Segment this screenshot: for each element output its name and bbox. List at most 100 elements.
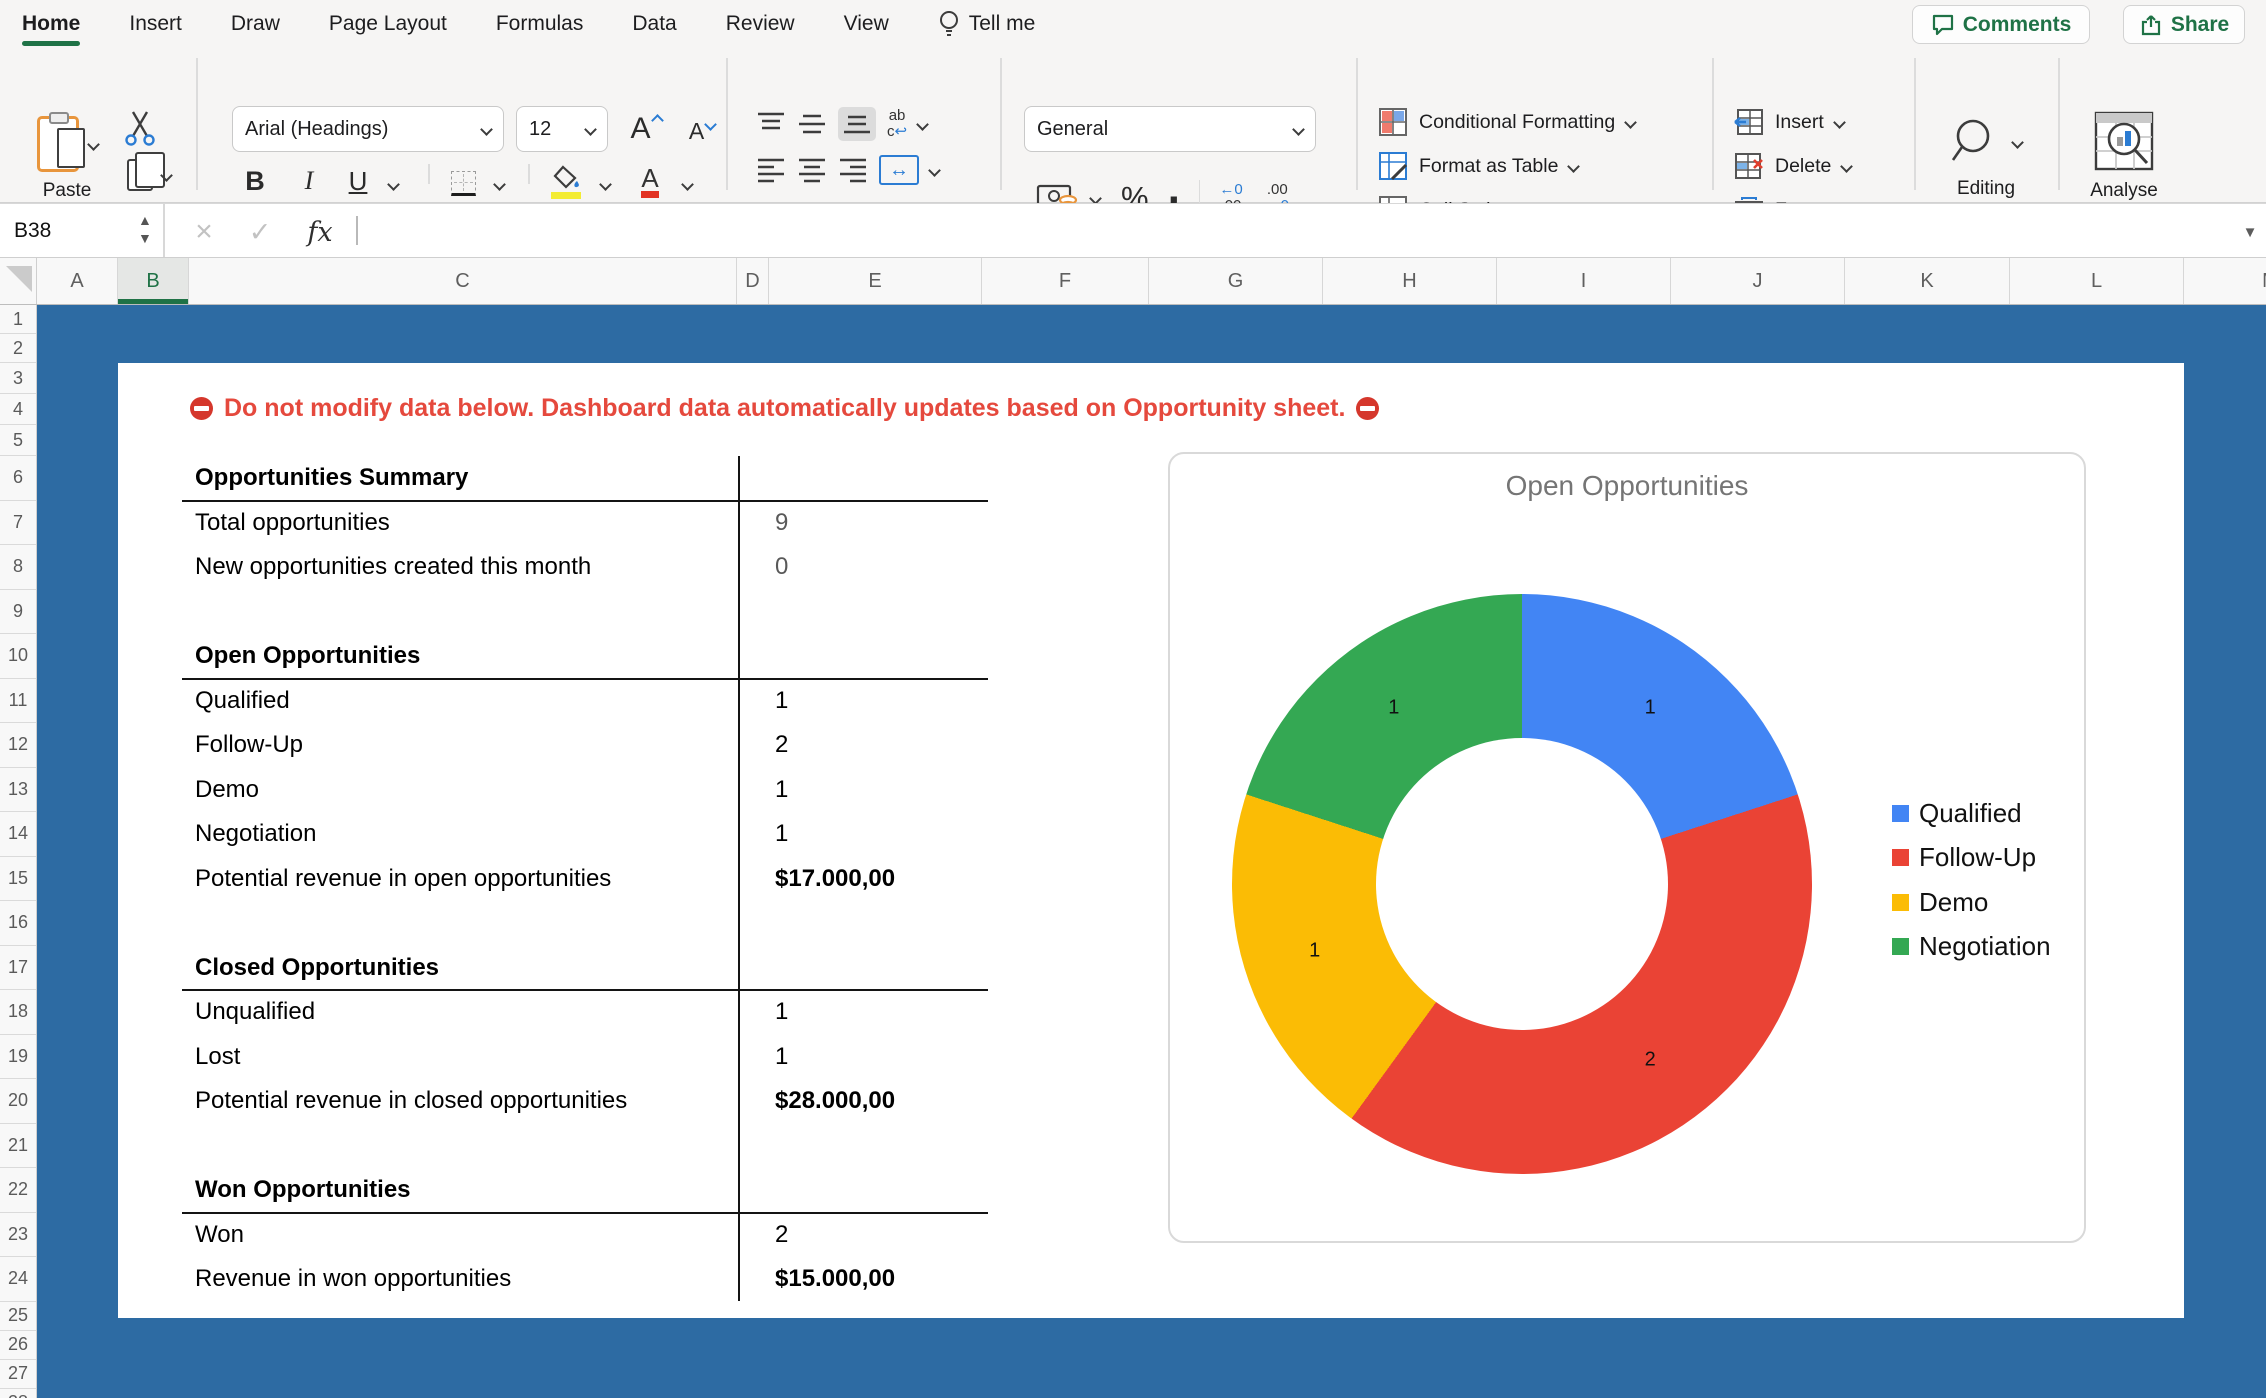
row-header-18[interactable]: 18 bbox=[0, 990, 36, 1035]
row-header-26[interactable]: 26 bbox=[0, 1331, 36, 1360]
menu-item-review[interactable]: Review bbox=[726, 0, 795, 48]
metric-value[interactable]: $15.000,00 bbox=[775, 1257, 895, 1302]
metric-value[interactable]: 1 bbox=[775, 990, 788, 1035]
row-header-4[interactable]: 4 bbox=[0, 394, 36, 425]
row-header-14[interactable]: 14 bbox=[0, 812, 36, 857]
name-box[interactable]: B38 bbox=[14, 204, 51, 257]
metric-value[interactable]: $17.000,00 bbox=[775, 857, 895, 902]
row-header-21[interactable]: 21 bbox=[0, 1124, 36, 1169]
cut-button[interactable] bbox=[118, 108, 162, 148]
formula-input[interactable] bbox=[366, 204, 2226, 257]
metric-label[interactable]: Won bbox=[195, 1213, 244, 1258]
row-header-9[interactable]: 9 bbox=[0, 590, 36, 635]
row-header-1[interactable]: 1 bbox=[0, 305, 36, 334]
menu-item-home[interactable]: Home bbox=[22, 0, 80, 48]
row-header-2[interactable]: 2 bbox=[0, 334, 36, 363]
metric-label[interactable]: Potential revenue in open opportunities bbox=[195, 857, 611, 902]
metric-value[interactable]: 9 bbox=[775, 501, 788, 546]
underline-options-chevron[interactable] bbox=[382, 174, 404, 194]
row-header-6[interactable]: 6 bbox=[0, 456, 36, 501]
column-header-F[interactable]: F bbox=[982, 258, 1149, 304]
row-header-22[interactable]: 22 bbox=[0, 1168, 36, 1213]
warning-row[interactable]: Do not modify data below. Dashboard data… bbox=[190, 393, 1379, 424]
column-header-E[interactable]: E bbox=[769, 258, 982, 304]
menu-item-page-layout[interactable]: Page Layout bbox=[329, 0, 447, 48]
metric-value[interactable]: $28.000,00 bbox=[775, 1079, 895, 1124]
paste-button[interactable]: Paste bbox=[24, 104, 110, 214]
section-title[interactable]: Won Opportunities bbox=[195, 1168, 411, 1213]
metric-label[interactable]: Potential revenue in closed opportunitie… bbox=[195, 1079, 627, 1124]
column-header-B[interactable]: B bbox=[118, 258, 189, 304]
column-header-I[interactable]: I bbox=[1497, 258, 1671, 304]
font-name-select[interactable]: Arial (Headings) bbox=[232, 106, 504, 152]
row-header-20[interactable]: 20 bbox=[0, 1079, 36, 1124]
insert-function-button[interactable]: fx bbox=[300, 212, 340, 252]
column-header-K[interactable]: K bbox=[1845, 258, 2010, 304]
metric-value[interactable]: 2 bbox=[775, 1213, 788, 1258]
metric-value[interactable]: 0 bbox=[775, 545, 788, 590]
metric-value[interactable]: 1 bbox=[775, 768, 788, 813]
wrap-text-chevron[interactable] bbox=[916, 118, 929, 131]
number-format-select[interactable]: General bbox=[1024, 106, 1316, 152]
editing-button[interactable]: Editing bbox=[1938, 102, 2034, 214]
metric-value[interactable]: 2 bbox=[775, 723, 788, 768]
row-header-7[interactable]: 7 bbox=[0, 501, 36, 546]
fill-color-button[interactable] bbox=[548, 160, 584, 196]
borders-button[interactable] bbox=[448, 168, 478, 198]
metric-label[interactable]: Revenue in won opportunities bbox=[195, 1257, 511, 1302]
conditional-formatting-button[interactable]: Conditional Formatting bbox=[1378, 102, 1635, 142]
row-header-8[interactable]: 8 bbox=[0, 545, 36, 590]
align-bottom-button[interactable] bbox=[838, 107, 876, 141]
format-as-table-button[interactable]: Format as Table bbox=[1378, 146, 1578, 186]
row-header-24[interactable]: 24 bbox=[0, 1257, 36, 1302]
row-header-10[interactable]: 10 bbox=[0, 634, 36, 679]
column-header-L[interactable]: L bbox=[2010, 258, 2184, 304]
increase-font-size-button[interactable]: A bbox=[622, 106, 670, 152]
fill-color-chevron[interactable] bbox=[594, 174, 616, 194]
borders-chevron[interactable] bbox=[488, 174, 510, 194]
menu-item-tell-me[interactable]: Tell me bbox=[938, 0, 1036, 48]
font-size-select[interactable]: 12 bbox=[516, 106, 608, 152]
select-all-corner[interactable] bbox=[0, 258, 37, 304]
metric-label[interactable]: Qualified bbox=[195, 679, 290, 724]
metric-label[interactable]: Unqualified bbox=[195, 990, 315, 1035]
row-header-12[interactable]: 12 bbox=[0, 723, 36, 768]
align-top-button[interactable] bbox=[756, 111, 786, 137]
expand-formula-bar-button[interactable]: ▼ bbox=[2238, 220, 2262, 244]
column-header-A[interactable]: A bbox=[37, 258, 118, 304]
column-header-H[interactable]: H bbox=[1323, 258, 1497, 304]
metric-value[interactable]: 1 bbox=[775, 812, 788, 857]
italic-button[interactable]: I bbox=[288, 160, 330, 202]
column-header-D[interactable]: D bbox=[737, 258, 769, 304]
metric-value[interactable]: 1 bbox=[775, 679, 788, 724]
menu-item-view[interactable]: View bbox=[844, 0, 889, 48]
align-left-button[interactable] bbox=[756, 157, 786, 183]
insert-cells-button[interactable]: Insert bbox=[1734, 102, 1844, 142]
section-title[interactable]: Closed Opportunities bbox=[195, 946, 439, 991]
menu-item-draw[interactable]: Draw bbox=[231, 0, 280, 48]
metric-label[interactable]: Total opportunities bbox=[195, 501, 390, 546]
column-header-G[interactable]: G bbox=[1149, 258, 1323, 304]
row-header-25[interactable]: 25 bbox=[0, 1302, 36, 1331]
row-header-28[interactable]: 28 bbox=[0, 1389, 36, 1398]
menu-item-formulas[interactable]: Formulas bbox=[496, 0, 584, 48]
copy-button[interactable] bbox=[116, 154, 182, 196]
section-title[interactable]: Open Opportunities bbox=[195, 634, 420, 679]
row-header-19[interactable]: 19 bbox=[0, 1035, 36, 1080]
metric-value[interactable]: 1 bbox=[775, 1035, 788, 1080]
row-header-11[interactable]: 11 bbox=[0, 679, 36, 724]
align-right-button[interactable] bbox=[838, 157, 868, 183]
row-header-3[interactable]: 3 bbox=[0, 363, 36, 394]
row-header-16[interactable]: 16 bbox=[0, 901, 36, 946]
metric-label[interactable]: New opportunities created this month bbox=[195, 545, 591, 590]
font-color-button[interactable]: A bbox=[632, 158, 668, 198]
metric-label[interactable]: Lost bbox=[195, 1035, 240, 1080]
column-header-M[interactable]: M bbox=[2184, 258, 2266, 304]
font-color-chevron[interactable] bbox=[676, 174, 698, 194]
merge-chevron[interactable] bbox=[928, 164, 941, 177]
wrap-text-button[interactable]: ab c↩ bbox=[887, 108, 907, 140]
enter-button[interactable]: ✓ bbox=[242, 214, 278, 250]
menu-item-data[interactable]: Data bbox=[632, 0, 676, 48]
row-header-17[interactable]: 17 bbox=[0, 946, 36, 991]
row-header-13[interactable]: 13 bbox=[0, 768, 36, 813]
